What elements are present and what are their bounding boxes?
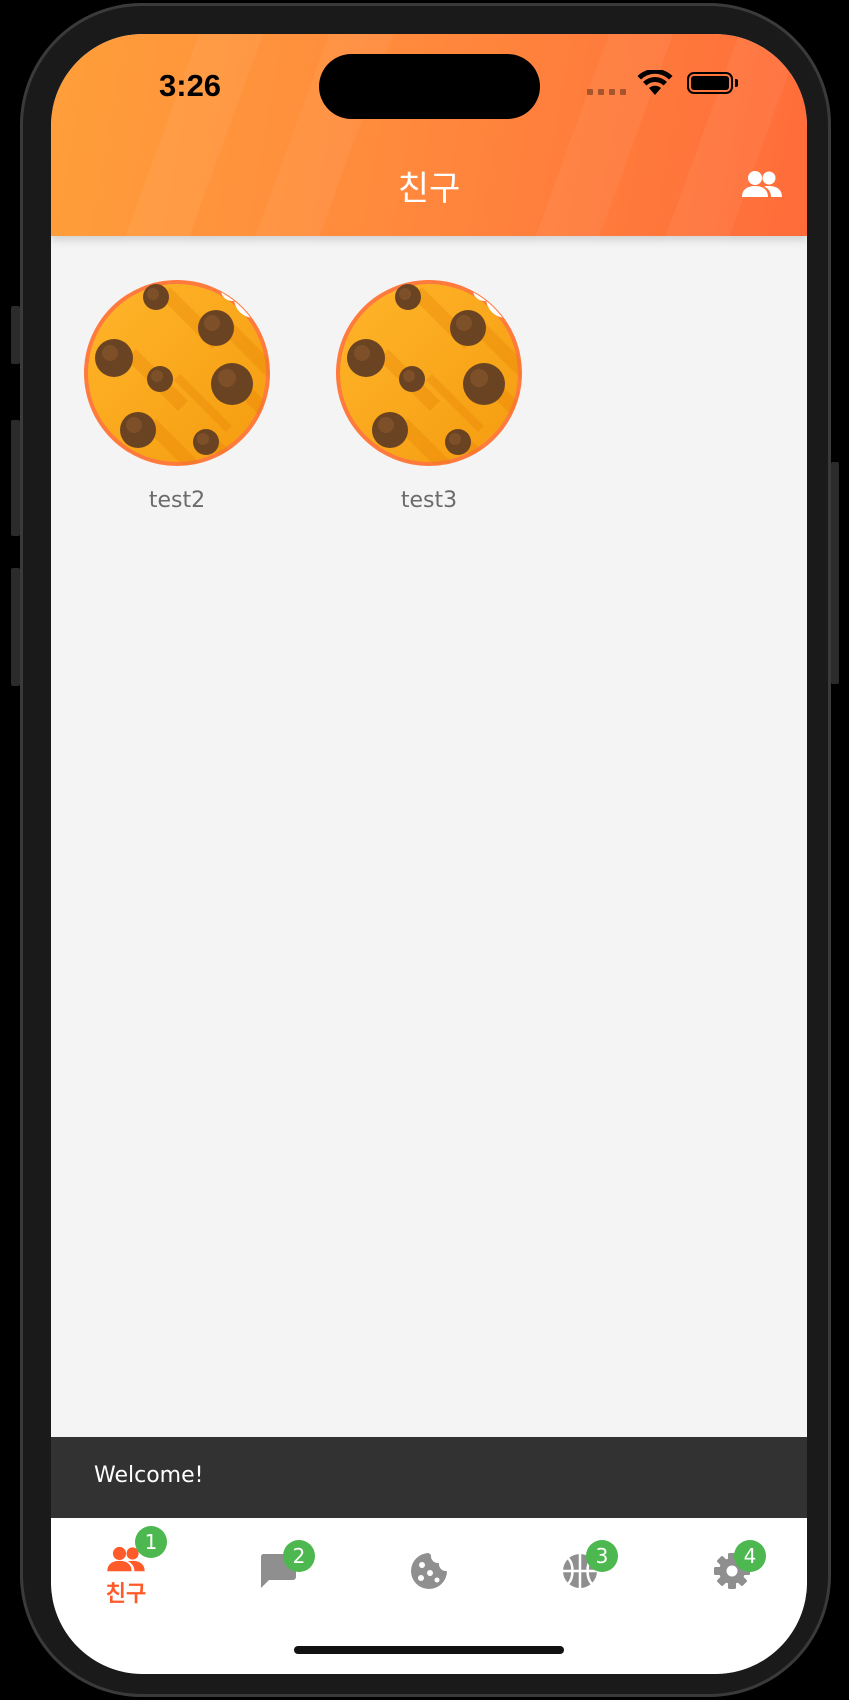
notification-badge: 2 bbox=[283, 1540, 315, 1572]
battery-icon bbox=[687, 72, 738, 94]
status-time: 3:26 bbox=[159, 68, 222, 103]
volume-down-button bbox=[11, 568, 20, 686]
people-icon[interactable] bbox=[741, 170, 783, 200]
friend-name: test3 bbox=[400, 488, 458, 513]
cellular-signal-icon bbox=[587, 89, 626, 95]
cookie-icon bbox=[411, 1553, 447, 1589]
notification-badge: 3 bbox=[586, 1540, 618, 1572]
notification-badge: 4 bbox=[734, 1540, 766, 1572]
app-header: 3:26 친구 bbox=[51, 34, 807, 296]
snackbar: Welcome! bbox=[51, 1437, 807, 1518]
tab-basketball[interactable]: 3 bbox=[540, 1528, 620, 1618]
tab-label: 친구 bbox=[105, 1582, 147, 1607]
action-button bbox=[11, 306, 20, 364]
tab-cookie[interactable] bbox=[389, 1528, 469, 1618]
notification-badge: 1 bbox=[135, 1526, 167, 1558]
volume-up-button bbox=[11, 420, 20, 536]
wifi-icon bbox=[637, 70, 673, 95]
app-screen: 3:26 친구 test2 test3 Welcome! 친구 1 2 3 4 bbox=[51, 34, 807, 1674]
friend-item-test3[interactable]: test3 bbox=[334, 278, 524, 513]
page-title: 친구 bbox=[397, 169, 461, 209]
snackbar-message: Welcome! bbox=[94, 1463, 204, 1488]
friend-item-test2[interactable]: test2 bbox=[82, 278, 272, 513]
home-indicator[interactable] bbox=[294, 1646, 564, 1654]
tab-friends[interactable]: 친구 1 bbox=[86, 1526, 167, 1618]
power-button bbox=[831, 462, 839, 684]
cookie-avatar-icon bbox=[84, 280, 270, 466]
friend-name: test2 bbox=[148, 488, 206, 513]
dynamic-island bbox=[319, 54, 540, 119]
cookie-avatar-icon bbox=[336, 280, 522, 466]
tab-chat[interactable]: 2 bbox=[238, 1528, 318, 1618]
tab-settings[interactable]: 4 bbox=[692, 1528, 772, 1618]
